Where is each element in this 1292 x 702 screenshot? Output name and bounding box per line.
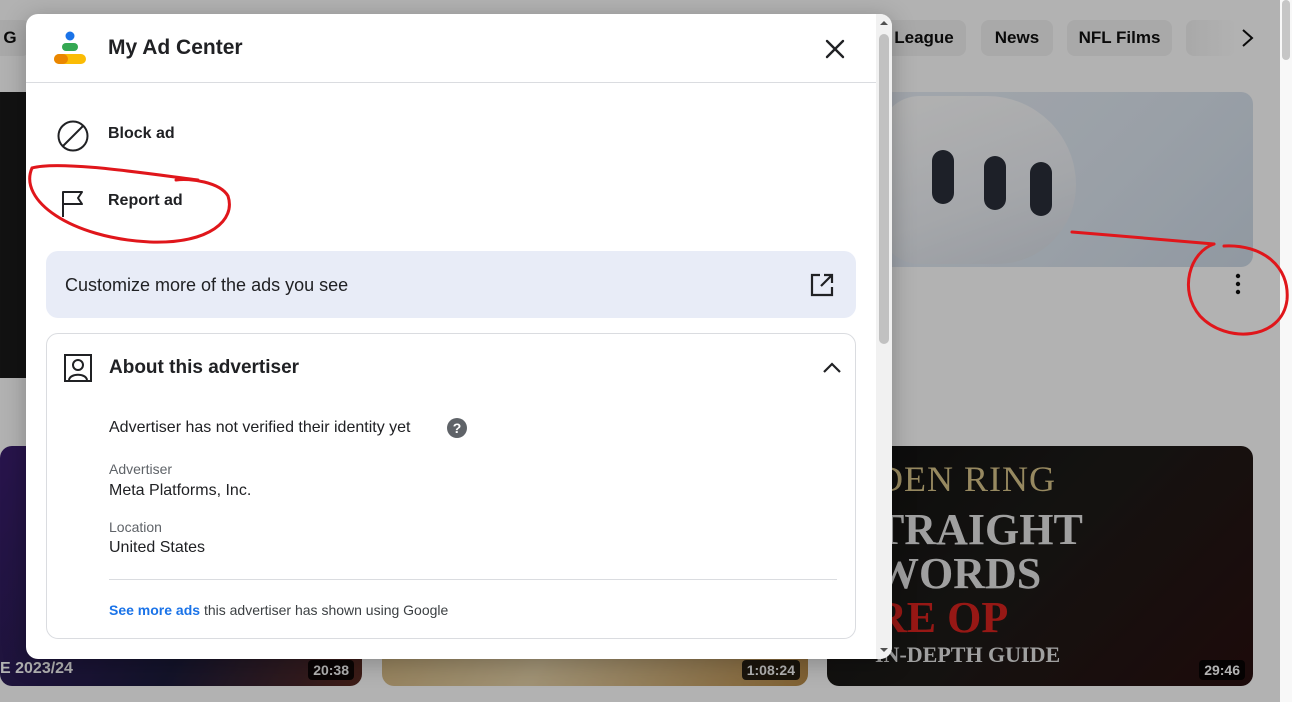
help-icon[interactable]: ? xyxy=(447,418,467,438)
location-label: Location xyxy=(109,519,162,535)
about-advertiser-section: About this advertiser Advertiser has not… xyxy=(46,333,856,639)
ad-center-dialog: My Ad Center Block ad Report ad Customiz… xyxy=(26,14,892,659)
open-in-new-icon xyxy=(810,273,834,297)
see-more-ads-link[interactable]: See more ads xyxy=(109,602,200,618)
report-ad-label: Report ad xyxy=(108,192,183,209)
divider xyxy=(109,579,837,580)
block-ad-label: Block ad xyxy=(108,125,175,142)
location-value: United States xyxy=(109,539,206,556)
report-ad-button[interactable]: Report ad xyxy=(56,181,356,221)
see-more-rest: this advertiser has shown using Google xyxy=(200,602,449,618)
dialog-scrollbar[interactable] xyxy=(876,14,892,659)
scroll-up-icon[interactable] xyxy=(879,18,889,28)
customize-ads-label: Customize more of the ads you see xyxy=(65,275,349,295)
close-icon[interactable] xyxy=(822,36,848,62)
ad-center-logo-icon xyxy=(54,31,86,64)
page-scrollbar[interactable] xyxy=(1280,0,1292,702)
verification-status: Advertiser has not verified their identi… xyxy=(109,419,411,436)
advertiser-value: Meta Platforms, Inc. xyxy=(109,482,252,499)
chevron-up-icon[interactable] xyxy=(821,358,843,378)
dialog-title: My Ad Center xyxy=(108,36,243,59)
advertiser-label: Advertiser xyxy=(109,461,173,477)
scrollbar-thumb[interactable] xyxy=(879,34,889,344)
block-ad-button[interactable]: Block ad xyxy=(56,114,356,154)
person-icon xyxy=(64,354,92,382)
flag-icon xyxy=(62,191,83,217)
about-advertiser-title: About this advertiser xyxy=(109,357,300,378)
customize-ads-button[interactable]: Customize more of the ads you see xyxy=(46,251,856,318)
scrollbar-thumb[interactable] xyxy=(1282,0,1290,60)
scroll-down-icon[interactable] xyxy=(879,645,889,655)
block-icon xyxy=(57,120,89,152)
see-more-text: See more ads this advertiser has shown u… xyxy=(109,602,448,618)
dialog-header: My Ad Center xyxy=(26,14,876,83)
